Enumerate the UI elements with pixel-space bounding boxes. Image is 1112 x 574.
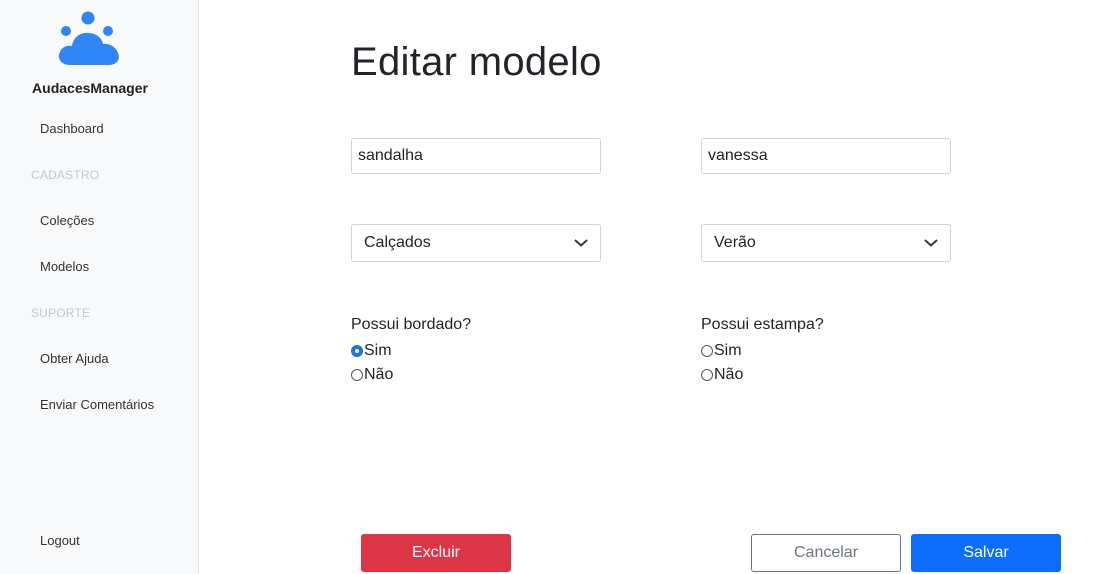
bordado-radio-group: Possui bordado? Sim Não [351, 316, 601, 387]
delete-button[interactable]: Excluir [361, 534, 511, 572]
cancel-button[interactable]: Cancelar [751, 534, 901, 572]
bordado-option-nao[interactable]: Não [351, 363, 601, 387]
radio-button-checked[interactable] [351, 345, 363, 357]
sidebar-item-colecoes[interactable]: Coleções [40, 213, 94, 228]
cloud-logo-icon [58, 11, 119, 65]
sidebar-item-logout[interactable]: Logout [40, 533, 80, 548]
nome-input[interactable] [351, 138, 601, 174]
colecao-select-value: Verão [714, 234, 756, 251]
estampa-option-sim-label: Sim [714, 342, 742, 359]
chevron-down-icon [924, 239, 938, 247]
chevron-down-icon [574, 239, 588, 247]
radio-button[interactable] [701, 345, 713, 357]
radio-button[interactable] [351, 369, 363, 381]
estampa-question: Possui estampa? [701, 316, 824, 333]
bordado-option-sim-label: Sim [364, 342, 392, 359]
bordado-option-sim[interactable]: Sim [351, 339, 601, 363]
bordado-question: Possui bordado? [351, 316, 472, 333]
tipo-select[interactable]: Calçados [351, 224, 601, 262]
estampa-option-nao-label: Não [714, 366, 744, 383]
sidebar-item-dashboard[interactable]: Dashboard [40, 121, 104, 136]
save-button[interactable]: Salvar [911, 534, 1061, 572]
sidebar-item-enviar-comentarios[interactable]: Enviar Comentários [40, 397, 154, 412]
sidebar-section-cadastro: CADASTRO [31, 168, 100, 182]
estampa-option-sim[interactable]: Sim [701, 339, 951, 363]
estampa-option-nao[interactable]: Não [701, 363, 951, 387]
sidebar-item-obter-ajuda[interactable]: Obter Ajuda [40, 351, 109, 366]
brand-name: AudacesManager [32, 80, 148, 96]
responsavel-input[interactable] [701, 138, 951, 174]
colecao-select[interactable]: Verão [701, 224, 951, 262]
bordado-option-nao-label: Não [364, 366, 394, 383]
sidebar: AudacesManager Dashboard CADASTRO Coleçõ… [0, 0, 199, 574]
estampa-radio-group: Possui estampa? Sim Não [701, 316, 951, 387]
sidebar-section-suporte: SUPORTE [31, 306, 91, 320]
radio-button[interactable] [701, 369, 713, 381]
page-title: Editar modelo [351, 40, 602, 84]
tipo-select-value: Calçados [364, 234, 431, 251]
sidebar-item-modelos[interactable]: Modelos [40, 259, 89, 274]
